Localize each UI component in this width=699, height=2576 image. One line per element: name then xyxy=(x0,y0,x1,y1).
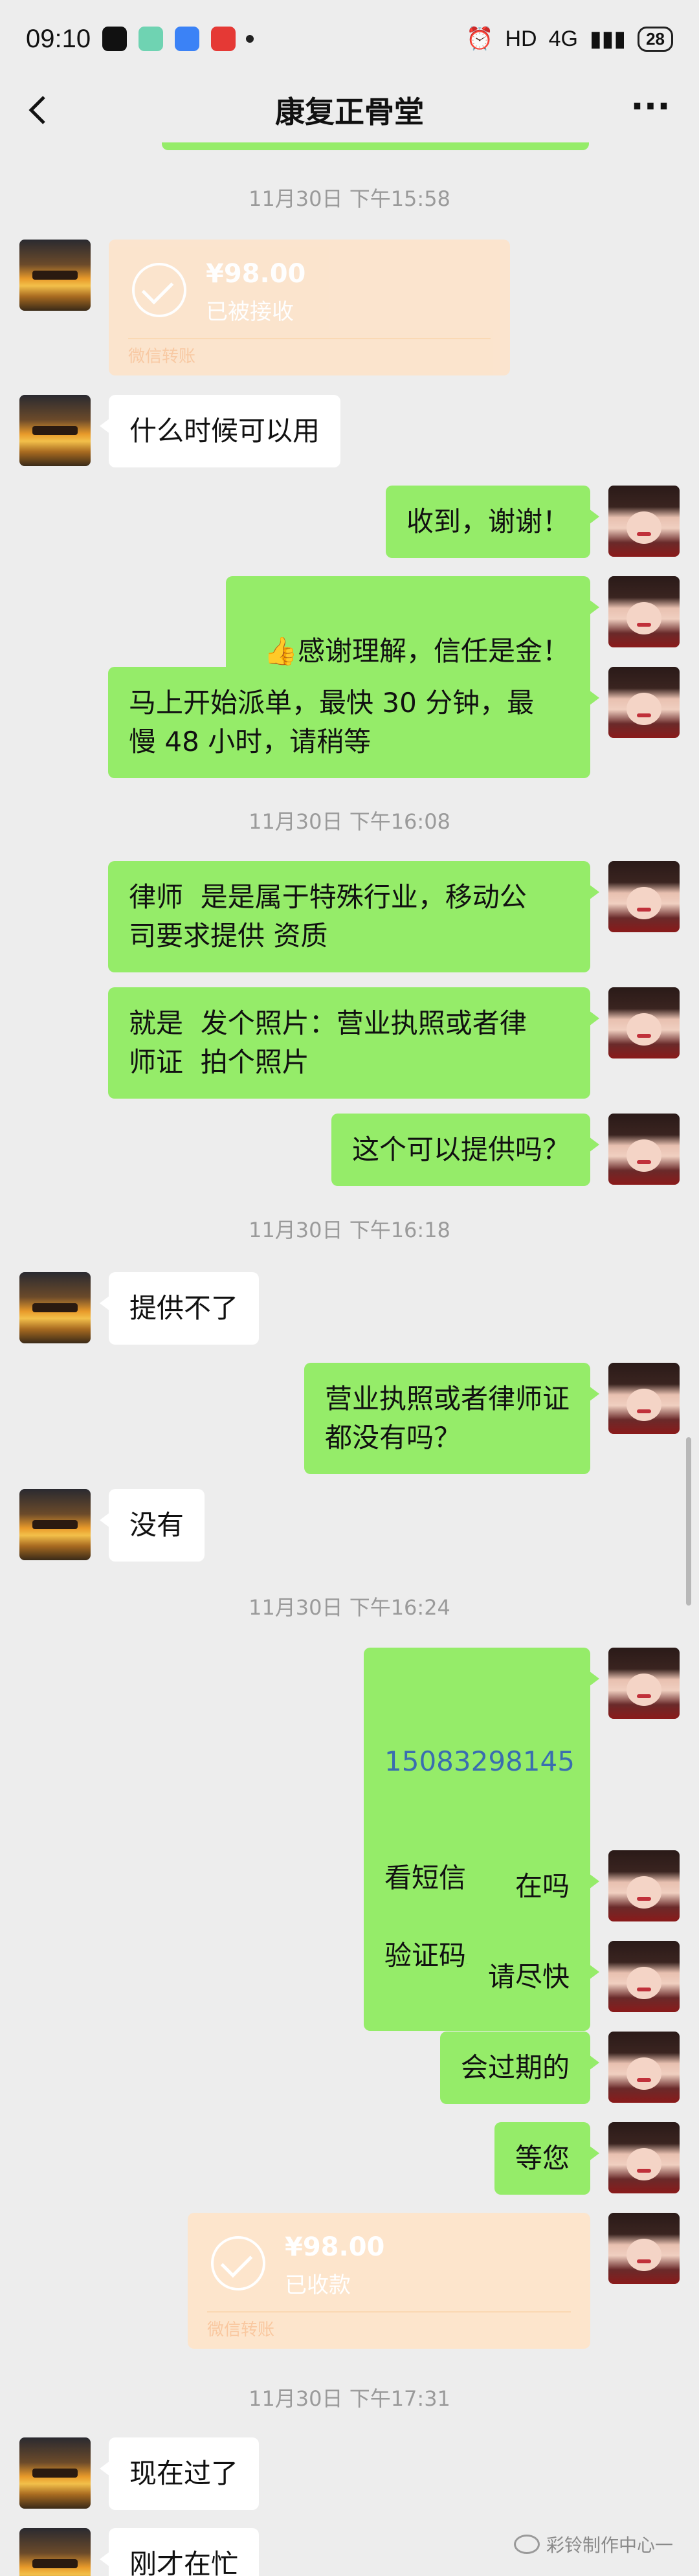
status-right: ⏰ HD 4G ▮▮▮ 28 xyxy=(466,26,673,52)
contact-avatar[interactable] xyxy=(19,240,91,311)
back-arrow-icon[interactable] xyxy=(19,91,58,129)
status-bar: 09:10 ⏰ HD 4G ▮▮▮ 28 xyxy=(0,0,699,78)
transfer-divider xyxy=(207,2311,571,2313)
message-bubble[interactable]: 律师 是是属于特殊行业，移动公 司要求提供 资质 xyxy=(108,861,599,972)
transfer-label: 微信转账 xyxy=(128,347,196,366)
message-bubble[interactable]: 提供不了 xyxy=(99,1272,260,1345)
message-timestamp: 11月30日 下午15:58 xyxy=(249,186,450,211)
signal-label: 4G xyxy=(548,26,578,51)
notification-dot xyxy=(246,35,254,43)
transfer-status: 已被接收 xyxy=(206,299,294,325)
gift-app-icon xyxy=(211,27,236,51)
message-bubble[interactable]: 什么时候可以用 xyxy=(99,395,341,467)
my-avatar[interactable] xyxy=(608,2032,680,2103)
watermark: 彩铃制作中心一 xyxy=(513,2531,673,2557)
message-bubble[interactable]: 在吗 xyxy=(494,1850,600,1923)
transfer-status: 已收款 xyxy=(285,2272,351,2298)
my-avatar[interactable] xyxy=(608,987,680,1058)
message-text: 感谢理解，信任是金！ xyxy=(297,635,570,667)
message-bubble[interactable]: 现在过了 xyxy=(99,2437,260,2510)
my-avatar[interactable] xyxy=(608,1363,680,1434)
message-timestamp: 11月30日 下午17:31 xyxy=(249,2386,450,2411)
chat-header: 康复正骨堂 ··· xyxy=(0,78,699,142)
my-avatar[interactable] xyxy=(608,2122,680,2193)
check-circle-icon xyxy=(132,263,186,317)
my-avatar[interactable] xyxy=(608,486,680,557)
tiktok-icon xyxy=(102,27,128,51)
message-bubble[interactable]: 这个可以提供吗？ xyxy=(331,1114,600,1186)
contact-avatar[interactable] xyxy=(19,1272,91,1343)
contact-avatar[interactable] xyxy=(19,395,91,466)
transfer-card[interactable]: ¥98.00 已收款 微信转账 xyxy=(188,2213,590,2349)
status-time: 09:10 xyxy=(26,24,91,53)
message-timestamp: 11月30日 下午16:18 xyxy=(249,1218,450,1242)
transfer-label: 微信转账 xyxy=(207,2320,275,2340)
my-avatar[interactable] xyxy=(608,2213,680,2284)
message-bubble[interactable]: 会过期的 xyxy=(439,2032,600,2104)
transfer-amount: ¥98.00 xyxy=(285,2232,385,2262)
signal-icon: ▮▮▮ xyxy=(589,27,627,51)
previous-message-bubble xyxy=(162,142,589,150)
watermark-text: 彩铃制作中心一 xyxy=(546,2535,673,2556)
contact-avatar[interactable] xyxy=(19,2528,91,2576)
transfer-divider xyxy=(128,338,491,339)
network-label: HD xyxy=(505,26,537,51)
phone-number-link[interactable]: 15083298145 xyxy=(384,1742,575,1781)
wechat-logo-icon xyxy=(513,2535,540,2554)
message-timestamp: 11月30日 下午16:24 xyxy=(249,1595,450,1620)
chat-title: 康复正骨堂 xyxy=(275,95,424,129)
contact-avatar[interactable] xyxy=(19,1489,91,1560)
my-avatar[interactable] xyxy=(608,1114,680,1185)
message-bubble[interactable]: 收到，谢谢！ xyxy=(385,486,600,558)
check-circle-icon xyxy=(211,2236,265,2290)
my-avatar[interactable] xyxy=(608,1850,680,1921)
message-timestamp: 11月30日 下午16:08 xyxy=(249,809,450,834)
my-avatar[interactable] xyxy=(608,576,680,647)
message-bubble[interactable]: 没有 xyxy=(99,1489,205,1562)
message-bubble[interactable]: 等您 xyxy=(494,2122,600,2195)
contact-avatar[interactable] xyxy=(19,2437,91,2509)
battery-indicator: 28 xyxy=(638,26,673,52)
transfer-card[interactable]: ¥98.00 已被接收 微信转账 xyxy=(109,240,510,375)
message-bubble[interactable]: 马上开始派单，最快 30 分钟，最 慢 48 小时，请稍等 xyxy=(108,667,599,778)
my-avatar[interactable] xyxy=(608,861,680,932)
scrollbar[interactable] xyxy=(686,1437,691,1606)
alarm-icon: ⏰ xyxy=(466,27,494,51)
chat-app-icon xyxy=(175,27,200,51)
my-avatar[interactable] xyxy=(608,1941,680,2012)
my-avatar[interactable] xyxy=(608,1648,680,1719)
my-avatar[interactable] xyxy=(608,667,680,738)
message-bubble[interactable]: 营业执照或者律师证 都没有吗？ xyxy=(304,1363,600,1474)
message-bubble[interactable]: 就是 发个照片：营业执照或者律 师证 拍个照片 xyxy=(108,987,599,1099)
more-options-button[interactable]: ··· xyxy=(628,89,673,129)
transfer-amount: ¥98.00 xyxy=(206,259,306,289)
app-icon xyxy=(139,27,164,51)
message-bubble[interactable]: 请尽快 xyxy=(467,1941,600,2013)
thumbs-up-icon: 👍 xyxy=(263,635,298,667)
message-bubble[interactable]: 刚才在忙 xyxy=(99,2528,260,2576)
